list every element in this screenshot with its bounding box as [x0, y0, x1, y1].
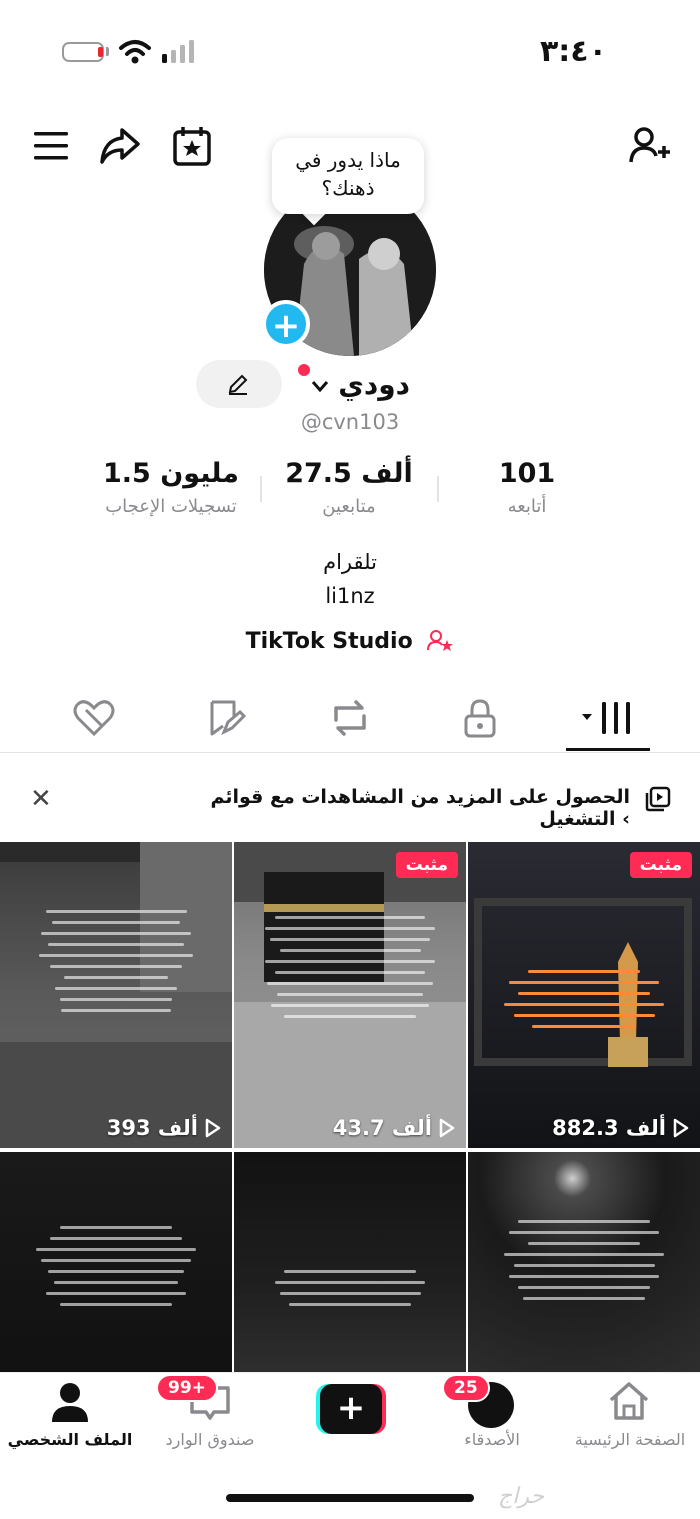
home-indicator	[226, 1494, 474, 1502]
active-tab-indicator	[566, 748, 650, 751]
nav-home-label[interactable]: الصفحة الرئيسية	[560, 1430, 700, 1449]
tab-videos-grid-icon[interactable]	[576, 698, 640, 738]
video-tile[interactable]	[0, 1152, 232, 1372]
pinned-badge: مثبت	[629, 852, 692, 878]
tab-saved-icon[interactable]	[204, 698, 248, 738]
tab-liked-heart-icon[interactable]	[72, 698, 116, 738]
nav-friends-label[interactable]: الأصدقاء	[422, 1430, 562, 1449]
display-name[interactable]: دودي	[300, 368, 410, 401]
battery-tip	[106, 47, 109, 56]
view-count: 43.7 ألف	[333, 1116, 456, 1140]
play-icon	[205, 1118, 221, 1138]
video-tile[interactable]	[468, 1152, 700, 1372]
username: @cvn103	[300, 410, 400, 434]
playlist-icon	[645, 786, 671, 812]
plus-icon: +	[320, 1384, 382, 1434]
nav-profile-label[interactable]: الملف الشخصي	[0, 1430, 140, 1449]
pinned-badge: مثبت	[395, 852, 458, 878]
playlist-banner-text[interactable]: الحصول على المزيد من المشاهدات مع قوائم …	[150, 786, 630, 830]
signal-icon	[162, 40, 194, 63]
bio-line-2: li1nz	[325, 584, 375, 608]
tab-divider	[0, 752, 700, 753]
view-count: 882.3 ألف	[552, 1116, 690, 1140]
watermark-logo: حراج	[498, 1484, 545, 1509]
tiktok-studio-link[interactable]: TikTok Studio	[230, 628, 470, 654]
pencil-icon	[228, 374, 248, 395]
followers-label: متابعين	[322, 496, 376, 517]
view-count-text: 43.7 ألف	[332, 1116, 432, 1140]
nav-inbox-label[interactable]: صندوق الوارد	[140, 1430, 280, 1449]
video-tile[interactable]: 393 ألف	[0, 842, 232, 1148]
inbox-badge: 99+	[156, 1374, 218, 1402]
following-label: أتابعه	[507, 496, 547, 517]
wifi-icon	[119, 40, 151, 64]
tab-reposts-icon[interactable]	[328, 698, 372, 738]
close-icon[interactable]: ✕	[30, 784, 52, 814]
calendar-star-icon[interactable]	[170, 124, 214, 168]
home-icon[interactable]	[606, 1380, 652, 1422]
add-friend-icon[interactable]	[628, 124, 672, 168]
followers-count[interactable]: 27.5 ألف	[249, 458, 449, 489]
view-count: 393 ألف	[107, 1116, 222, 1140]
creator-star-icon	[427, 630, 454, 651]
view-count-text: 882.3 ألف	[552, 1116, 666, 1140]
following-count[interactable]: 101	[427, 458, 627, 489]
friends-badge: 25	[442, 1374, 490, 1402]
likes-label: تسجيلات الإعجاب	[105, 496, 237, 517]
share-icon[interactable]	[98, 124, 142, 168]
bio-line-1: تلقرام	[323, 550, 377, 574]
status-time: ٣:٤٠	[540, 34, 607, 69]
video-tile[interactable]: مثبت 43.7 ألف	[234, 842, 466, 1148]
studio-label: TikTok Studio	[245, 629, 413, 654]
note-bubble[interactable]: ماذا يدور في ذهنك؟	[272, 138, 424, 214]
video-tile[interactable]	[234, 1152, 466, 1372]
likes-count[interactable]: 1.5 مليون	[71, 458, 271, 489]
view-count-text: 393 ألف	[106, 1116, 198, 1140]
create-button[interactable]: +	[316, 1384, 386, 1434]
edit-profile-button[interactable]	[196, 360, 282, 408]
video-tile[interactable]: مثبت 882.3 ألف	[468, 842, 700, 1148]
battery-icon	[62, 42, 104, 62]
tab-private-lock-icon[interactable]	[458, 698, 502, 738]
profile-icon[interactable]	[48, 1380, 92, 1424]
add-story-button[interactable]: +	[262, 300, 310, 348]
play-icon	[439, 1118, 455, 1138]
menu-icon[interactable]	[30, 124, 74, 168]
play-icon	[673, 1118, 689, 1138]
